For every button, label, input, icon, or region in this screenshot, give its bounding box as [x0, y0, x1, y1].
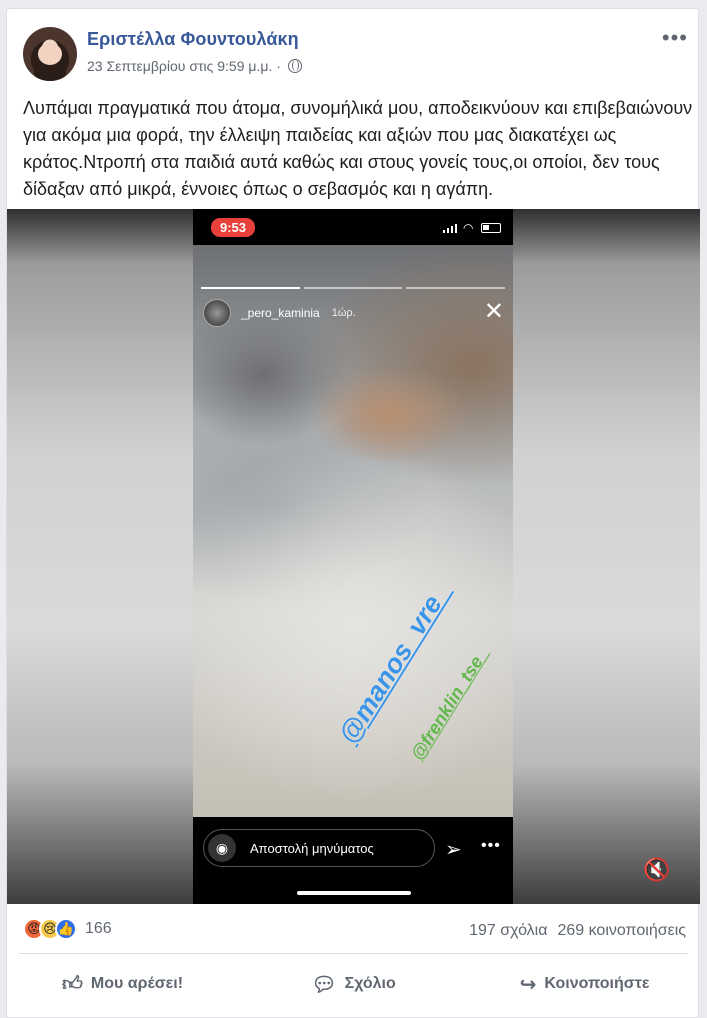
reactions[interactable]: 😡 😢 👍 166: [23, 918, 112, 940]
like-label: Μου αρέσει!: [90, 975, 184, 992]
story-age: 1ώρ.: [331, 307, 356, 319]
video-blur-left: [7, 209, 193, 904]
story-screenshot: 9:53 ◠ _pero_kaminia 1ώρ. ✕ @manos_vre_ …: [193, 209, 513, 904]
send-icon: ➢: [445, 839, 462, 861]
camera-icon: ◉: [208, 834, 236, 862]
reaction-count[interactable]: 166: [85, 920, 112, 938]
post-header: Εριστέλλα Φουντουλάκη 23 Σεπτεμβρίου στι…: [7, 9, 700, 89]
more-options-icon[interactable]: •••: [662, 27, 688, 49]
story-progress: [201, 287, 506, 290]
post-meta: 23 Σεπτεμβρίου στις 9:59 μ.μ. ·: [87, 58, 302, 74]
like-reaction-icon: 👍: [55, 918, 77, 940]
reply-field: ◉ Αποστολή μηνύματος: [203, 829, 435, 867]
signal-icon: [443, 223, 457, 233]
post-video[interactable]: 9:53 ◠ _pero_kaminia 1ώρ. ✕ @manos_vre_ …: [7, 209, 700, 904]
post-text: Λυπάμαι πραγματικά που άτομα, συνομήλικά…: [23, 98, 693, 199]
thumbs-up-icon: 👍︎: [61, 973, 83, 995]
comment-icon: 💬︎: [311, 973, 337, 996]
globe-icon[interactable]: [287, 59, 302, 73]
phone-status-bar: 9:53 ◠: [193, 209, 513, 245]
share-button[interactable]: ↪ Κοινοποιήστε: [469, 961, 700, 1007]
post-stats: 😡 😢 👍 166 197 σχόλια 269 κοινοποιήσεις: [7, 914, 700, 948]
share-count[interactable]: 269 κοινοποιήσεις: [557, 922, 686, 940]
comment-label: Σχόλιο: [344, 975, 396, 992]
more-icon: •••: [481, 837, 501, 854]
battery-icon: [481, 223, 501, 233]
post-card: Εριστέλλα Φουντουλάκη 23 Σεπτεμβρίου στι…: [6, 8, 700, 1018]
video-blur-right: [513, 209, 700, 904]
mute-icon[interactable]: 🔇: [643, 857, 670, 883]
close-icon: ✕: [483, 298, 504, 325]
progress-segment: [201, 287, 300, 289]
like-button[interactable]: 👍︎ Μου αρέσει!: [7, 961, 238, 1007]
wifi-icon: ◠: [463, 221, 474, 235]
progress-segment: [406, 287, 506, 289]
story-avatar: [203, 299, 231, 327]
share-label: Κοινοποιήστε: [544, 975, 650, 992]
status-time: 9:53: [211, 218, 256, 237]
story-user: _pero_kaminia 1ώρ.: [203, 299, 356, 327]
post-actions: 👍︎ Μου αρέσει! 💬︎ Σχόλιο ↪ Κοινοποιήστε: [7, 961, 700, 1007]
reply-placeholder: Αποστολή μηνύματος: [250, 840, 374, 856]
progress-segment: [303, 287, 403, 289]
engagement-counts: 197 σχόλια 269 κοινοποιήσεις: [469, 922, 686, 940]
story-image: _pero_kaminia 1ώρ. ✕ @manos_vre_ @frenkl…: [193, 245, 513, 817]
mention-tag: @frenklin_tse_: [407, 643, 493, 764]
divider: [19, 953, 688, 954]
author-name[interactable]: Εριστέλλα Φουντουλάκη: [87, 29, 299, 50]
home-indicator: [297, 891, 411, 895]
meta-separator: ·: [276, 58, 281, 74]
comment-button[interactable]: 💬︎ Σχόλιο: [238, 961, 469, 1007]
comment-count[interactable]: 197 σχόλια: [469, 922, 547, 940]
share-icon: ↪: [519, 973, 537, 996]
author-avatar[interactable]: [23, 27, 77, 81]
post-timestamp[interactable]: 23 Σεπτεμβρίου στις 9:59 μ.μ.: [87, 58, 272, 74]
story-username: _pero_kaminia: [241, 306, 320, 320]
